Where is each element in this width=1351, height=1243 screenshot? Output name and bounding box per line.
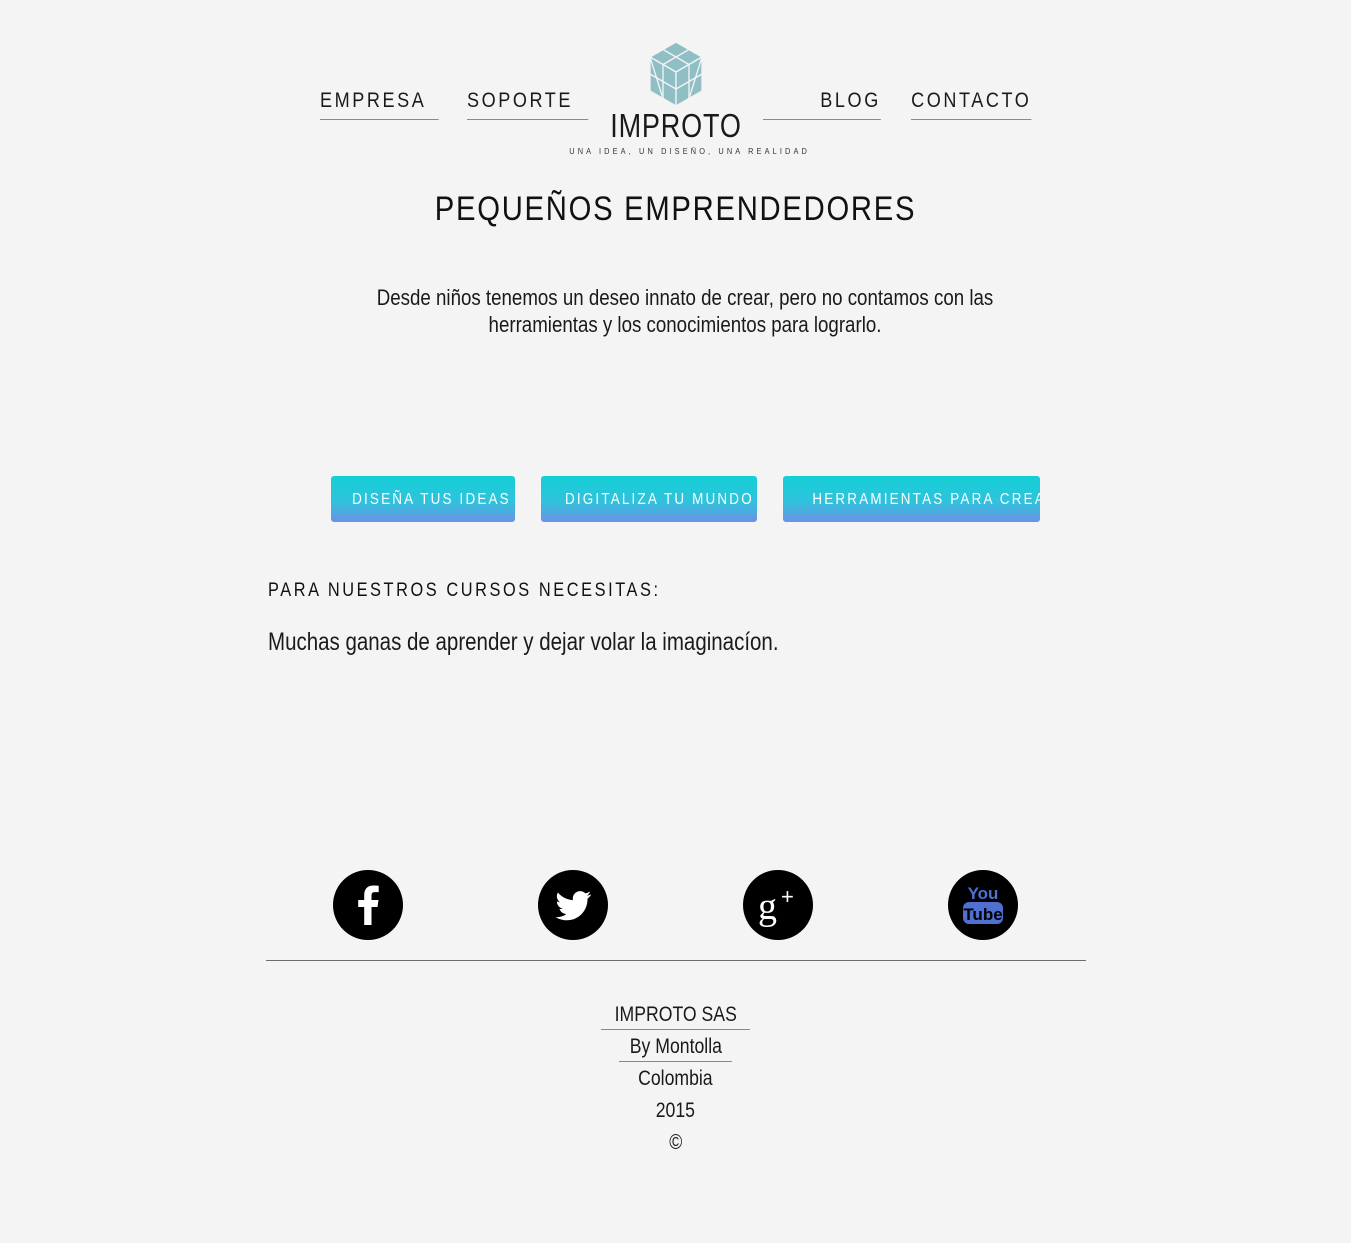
nav-empresa-link[interactable]: EMPRESA: [320, 88, 439, 120]
nav-empresa-label: EMPRESA: [320, 89, 427, 112]
requirements-text: Muchas ganas de aprender y dejar volar l…: [268, 628, 779, 656]
disena-tus-ideas-label: DISEÑA TUS IDEAS: [352, 491, 511, 508]
page-title: PEQUEÑOS EMPRENDEDORES: [434, 190, 917, 228]
footer: IMPROTO SAS By Montolla Colombia 2015 ©: [0, 1000, 1351, 1160]
disena-tus-ideas-button[interactable]: DISEÑA TUS IDEAS: [331, 476, 515, 522]
nav-blog-link[interactable]: BLOG: [763, 88, 881, 120]
author-link[interactable]: By Montolla: [618, 1033, 733, 1062]
svg-text:Tube: Tube: [963, 905, 1002, 924]
youtube-glyph: You Tube: [963, 884, 1003, 924]
google-plus-icon[interactable]: g +: [743, 870, 813, 940]
twitter-glyph: [555, 891, 592, 921]
nav-contacto-label: CONTACTO: [911, 89, 1032, 112]
google-plus-glyph: g +: [758, 884, 794, 928]
footer-country: Colombia: [638, 1067, 713, 1090]
facebook-icon[interactable]: [333, 870, 403, 940]
nav-blog-label: BLOG: [820, 89, 881, 112]
footer-divider: [266, 960, 1086, 961]
author-label: By Montolla: [629, 1035, 722, 1058]
svg-text:You: You: [968, 884, 999, 903]
copyright-symbol: ©: [668, 1131, 682, 1154]
svg-text:g: g: [758, 886, 777, 928]
herramientas-para-crear-label: HERRAMIENTAS PARA CREAR: [812, 491, 1040, 508]
digitaliza-tu-mundo-button[interactable]: DIGITALIZA TU MUNDO: [541, 476, 757, 522]
requirements-heading: PARA NUESTROS CURSOS NECESITAS:: [268, 580, 661, 601]
facebook-glyph: [358, 885, 379, 925]
logo-tagline: UNA IDEA, UN DISEÑO, UNA REALIDAD: [569, 147, 810, 156]
digitaliza-tu-mundo-label: DIGITALIZA TU MUNDO: [564, 491, 754, 508]
youtube-icon[interactable]: You Tube: [948, 870, 1018, 940]
company-link[interactable]: IMPROTO SAS: [600, 1001, 751, 1030]
company-label: IMPROTO SAS: [614, 1003, 737, 1026]
herramientas-para-crear-button[interactable]: HERRAMIENTAS PARA CREAR: [783, 476, 1040, 522]
logo-name: IMPROTO: [610, 107, 742, 144]
page: EMPRESA SOPORTE IMPROTO UNA IDEA, UN DIS…: [0, 0, 1351, 1243]
logo[interactable]: IMPROTO UNA IDEA, UN DISEÑO, UNA REALIDA…: [560, 40, 810, 156]
footer-year: 2015: [655, 1099, 696, 1122]
nav-contacto-link[interactable]: CONTACTO: [911, 88, 1032, 120]
twitter-icon[interactable]: [538, 870, 608, 940]
nav-soporte-label: SOPORTE: [467, 89, 574, 112]
logo-cube-icon: [648, 41, 704, 108]
intro-text: Desde niños tenemos un deseo innato de c…: [376, 285, 994, 337]
svg-text:+: +: [781, 884, 794, 909]
